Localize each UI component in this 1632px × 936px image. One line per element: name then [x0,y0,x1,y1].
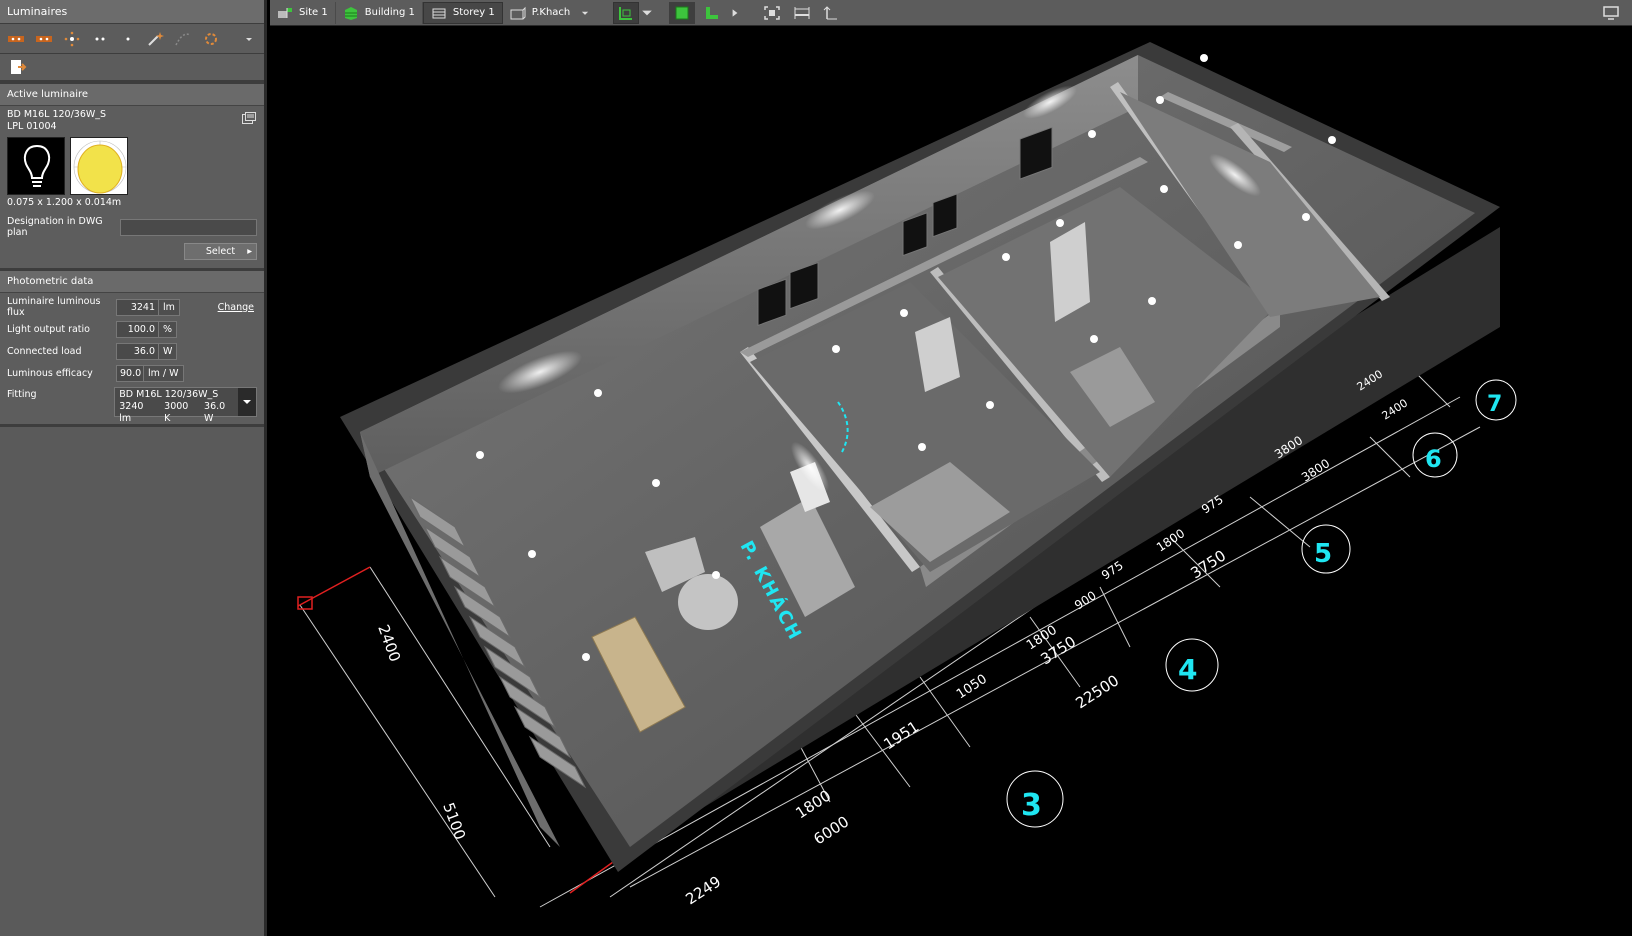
connected-load-unit: W [159,342,178,360]
panel-title: Luminaires [0,0,264,24]
fitting-power: 36.0 W [204,401,226,424]
export-icon[interactable] [4,55,30,79]
3d-solid-view-icon[interactable] [669,1,696,24]
dim-side-1: 2400 [374,622,404,664]
luminaire-details-icon[interactable] [242,112,256,127]
chevron-down-icon[interactable] [641,2,653,24]
fitting-select[interactable]: BD M16L 120/36W_S 3240 lm 3000 K 36.0 W [114,387,257,424]
dim-side-2: 5100 [439,800,469,842]
field-arrangement-icon[interactable] [60,27,85,51]
flux-label: Luminaire luminous flux [7,296,101,318]
red-dimension-marker [297,566,371,607]
select-button[interactable]: Select ▸ [184,242,257,260]
chevron-right-icon: ▸ [247,245,252,257]
fitting-name: BD M16L 120/36W_S [119,389,219,400]
site-icon [278,7,292,18]
crumb-site[interactable]: Site 1 [270,1,336,24]
designation-field[interactable] [120,218,257,236]
storey-icon [432,8,446,18]
chevron-down-icon[interactable] [580,6,590,20]
3d-scene: P. KHÁCH 3 4 5 6 7 2249 6000 3750 3750 3… [297,42,1517,908]
l-shape-room-icon[interactable] [699,2,725,24]
circle-arrangement-icon[interactable] [198,27,223,51]
arc-arrangement-icon[interactable] [171,27,196,51]
luminaire-toolbar-2 [0,54,264,84]
luminaire-bulb-image [7,137,65,195]
measure-distance-icon[interactable] [789,2,815,24]
axis-label-5: 5 [1314,539,1332,569]
lor-unit: % [159,320,178,338]
change-link[interactable]: Change [218,302,254,313]
efficacy-unit: lm / W [144,364,184,382]
axis-label-3: 3 [1021,788,1042,823]
photometric-data-header: Photometric data [0,271,264,293]
dim-inner-5: 900 [1072,588,1099,612]
active-luminaire-header: Active luminaire [0,84,264,106]
axis-label-6: 6 [1425,445,1442,473]
dim-outer-2: 6000 [810,812,852,848]
dim-outer-6: 2400 [1380,396,1411,422]
luminaire-dimensions: 0.075 x 1.200 x 0.014m [7,197,122,208]
point-arrangement-icon[interactable] [115,27,140,51]
building-model [340,42,1500,872]
crumb-building-label: Building 1 [364,7,415,18]
dim-inner-1: 1800 [792,786,834,822]
chevron-right-icon[interactable] [729,2,741,24]
luminaire-toolbar [0,24,264,54]
luminaires-panel: Luminaires Active luminaire BD M16L 120/… [0,0,267,936]
dim-outer-4: 3750 [1187,546,1229,582]
active-luminaire-section: BD M16L 120/36W_S LPL 01004 0.075 x 1.20… [0,106,264,271]
photometric-data-section: Luminaire luminous flux 3241 lm Change L… [0,293,264,427]
luminaire-name: BD M16L 120/36W_S [7,109,107,120]
axis-label-4: 4 [1178,653,1197,686]
chevron-down-icon[interactable] [238,388,256,416]
building-icon [344,6,357,20]
efficacy-field: 90.0 [116,364,144,382]
dim-total: 22500 [1072,671,1122,712]
lor-label: Light output ratio [7,323,90,335]
connected-load-label: Connected load [7,345,82,357]
flux-unit: lm [159,298,180,316]
axis-label-7: 7 [1487,392,1502,417]
select-button-label: Select [205,245,236,257]
fitting-flux: 3240 lm [119,401,144,424]
pair-arrangement-icon[interactable] [87,27,112,51]
crumb-room-label: P.Khach [531,7,571,18]
line-luminaire-icon[interactable] [32,27,57,51]
chevron-down-icon[interactable] [236,27,261,51]
connected-load-field[interactable]: 36.0 [116,342,159,360]
dim-outer-5: 3800 [1299,456,1332,484]
dim-inner-3: 1050 [954,672,990,703]
dim-inner-2: 1951 [880,717,922,753]
lor-field[interactable]: 100.0 [116,320,159,338]
room-icon [510,6,526,19]
flux-field[interactable]: 3241 [116,298,159,316]
zoom-extents-icon[interactable] [759,2,785,24]
single-luminaire-icon[interactable] [4,27,29,51]
magic-wand-icon[interactable] [143,27,168,51]
light-distribution-curve-image [70,137,128,195]
measure-height-icon[interactable] [819,2,845,24]
crumb-room[interactable]: P.Khach [503,2,598,24]
3d-viewport[interactable]: P. KHÁCH 3 4 5 6 7 2249 6000 3750 3750 3… [270,27,1632,936]
fitting-label: Fitting [7,389,37,400]
crumb-storey[interactable]: Storey 1 [422,1,503,24]
monitor-icon[interactable] [1598,2,1624,24]
efficacy-label: Luminous efficacy [7,367,93,379]
crumb-site-label: Site 1 [299,7,328,18]
dim-outer-1: 2249 [682,872,724,908]
view-toolbar: Site 1 Building 1 Storey 1 P.Khach [270,0,1632,26]
crumb-storey-label: Storey 1 [452,7,495,18]
luminaire-code: LPL 01004 [7,121,57,132]
crumb-building[interactable]: Building 1 [336,1,423,24]
plan-view-icon[interactable] [613,1,640,24]
designation-label: Designation in DWG plan [7,216,103,238]
fitting-temp: 3000 K [164,401,189,424]
